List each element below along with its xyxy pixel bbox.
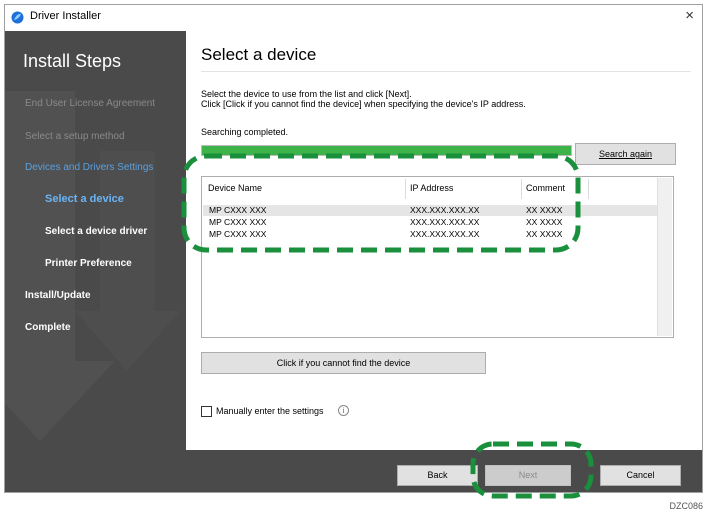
- manual-settings-checkbox[interactable]: [201, 406, 212, 417]
- next-button-highlight: [470, 441, 594, 499]
- title-divider: [201, 71, 691, 72]
- window-title: Driver Installer: [30, 10, 101, 22]
- step-select-driver: Select a device driver: [45, 226, 148, 237]
- search-status: Searching completed.: [201, 127, 289, 137]
- manual-settings-label[interactable]: Manually enter the settings: [216, 406, 324, 416]
- figure-code: DZC086: [669, 501, 703, 511]
- cancel-label: Cancel: [626, 470, 655, 480]
- footer-bar: Back Next Cancel: [5, 450, 702, 492]
- cannot-find-device-label: Click if you cannot find the device: [276, 358, 411, 368]
- cancel-button[interactable]: Cancel: [600, 465, 681, 486]
- step-devices-drivers: Devices and Drivers Settings: [25, 162, 154, 173]
- instruction-line-1: Select the device to use from the list a…: [201, 89, 412, 99]
- title-bar: Driver Installer ×: [5, 5, 702, 31]
- search-again-label: Search again: [598, 149, 653, 159]
- step-select-device: Select a device: [45, 193, 124, 205]
- step-printer-preference: Printer Preference: [45, 258, 132, 269]
- page-title: Select a device: [201, 45, 317, 64]
- driver-installer-icon: [11, 11, 24, 24]
- column-separator: [588, 179, 589, 199]
- cannot-find-device-button[interactable]: Click if you cannot find the device: [201, 352, 486, 374]
- step-install-update: Install/Update: [25, 290, 91, 301]
- instructions: Select the device to use from the list a…: [201, 89, 526, 109]
- step-eula: End User License Agreement: [25, 98, 156, 109]
- close-button[interactable]: ×: [685, 7, 694, 24]
- instruction-line-2: Click [Click if you cannot find the devi…: [201, 99, 526, 109]
- back-button[interactable]: Back: [397, 465, 478, 486]
- device-list-highlight: [181, 153, 581, 253]
- list-scrollbar[interactable]: [657, 178, 672, 336]
- step-complete: Complete: [25, 322, 71, 333]
- step-setup-method: Select a setup method: [25, 131, 125, 142]
- sidebar-title: Install Steps: [23, 51, 122, 71]
- back-label: Back: [427, 470, 448, 480]
- background-arrow-graphic: [5, 91, 180, 441]
- info-icon[interactable]: i: [338, 405, 349, 416]
- install-steps-sidebar: Install Steps End User License Agreement…: [5, 31, 186, 450]
- search-again-button[interactable]: Search again: [575, 143, 676, 165]
